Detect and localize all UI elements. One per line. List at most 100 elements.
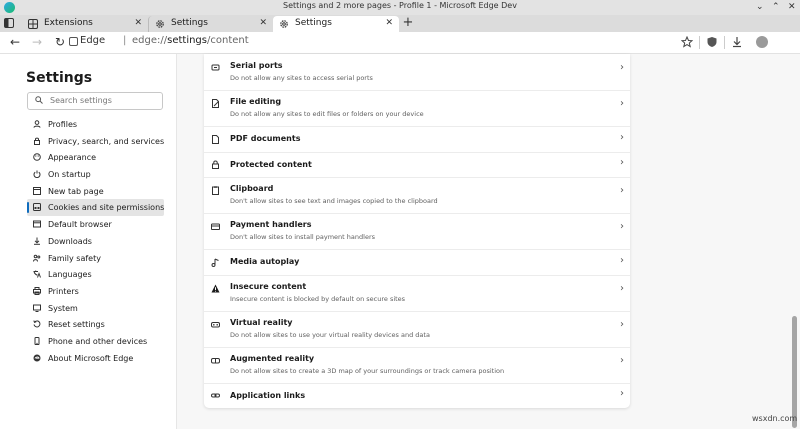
refresh-button[interactable]: ↻ bbox=[53, 35, 67, 49]
sidebar-item-on-startup[interactable]: On startup bbox=[27, 166, 164, 183]
toolbar-divider bbox=[724, 36, 725, 49]
forward-button[interactable]: → bbox=[30, 35, 44, 49]
url-separator: | bbox=[123, 35, 127, 46]
close-window-button[interactable]: ✕ bbox=[788, 2, 796, 12]
url-text[interactable]: edge://settings/content bbox=[132, 35, 249, 46]
sidebar-item-label: Printers bbox=[48, 286, 79, 296]
permission-row-payment-handlers[interactable]: Payment handlers Don't allow sites to ins… bbox=[204, 213, 630, 250]
chevron-right-icon: › bbox=[620, 318, 624, 330]
permission-row-augmented-reality[interactable]: Augmented reality Do not allow sites to c… bbox=[204, 347, 630, 384]
favorite-star-icon[interactable] bbox=[681, 36, 693, 48]
permission-row-insecure-content[interactable]: Insecure content Insecure content is bloc… bbox=[204, 275, 630, 312]
permission-title: Application links bbox=[230, 390, 306, 400]
new-tab-button[interactable]: + bbox=[401, 15, 415, 32]
ar-icon bbox=[211, 357, 220, 363]
permission-row-protected-content[interactable]: Protected content › bbox=[204, 152, 630, 178]
sidebar-item-profiles[interactable]: Profiles bbox=[27, 116, 164, 133]
search-input[interactable]: Search settings bbox=[27, 92, 163, 110]
permission-row-pdf-documents[interactable]: PDF documents › bbox=[204, 126, 630, 153]
warning-icon bbox=[211, 284, 220, 292]
permission-row-file-editing[interactable]: File editing Do not allow any sites to ed… bbox=[204, 90, 630, 127]
sidebar-item-family-safety[interactable]: Family safety bbox=[27, 250, 164, 267]
lock-icon bbox=[212, 160, 219, 169]
tab-label: Extensions bbox=[44, 18, 93, 28]
permission-title: Insecure content bbox=[230, 281, 307, 291]
sidebar-item-label: Default browser bbox=[48, 220, 112, 230]
sidebar-item-system[interactable]: System bbox=[27, 300, 164, 317]
profile-avatar[interactable] bbox=[756, 36, 768, 48]
sidebar-item-default-browser[interactable]: Default browser bbox=[27, 216, 164, 233]
permission-description: Do not allow any sites to access serial … bbox=[230, 74, 373, 82]
family-icon bbox=[33, 254, 41, 262]
permission-title: Media autoplay bbox=[230, 257, 300, 266]
close-tab-icon[interactable]: ✕ bbox=[134, 18, 142, 28]
gear-icon bbox=[280, 20, 288, 28]
sidebar-item-label: System bbox=[48, 303, 78, 313]
permission-row-clipboard[interactable]: Clipboard Don't allow sites to see text a… bbox=[204, 177, 630, 214]
sidebar-item-new-tab-page[interactable]: New tab page bbox=[27, 183, 164, 200]
url-prefix: edge:// bbox=[132, 35, 168, 46]
downloads-icon[interactable] bbox=[731, 36, 743, 48]
sidebar-item-appearance[interactable]: Appearance bbox=[27, 149, 164, 166]
browser-icon bbox=[33, 220, 41, 228]
minimize-button[interactable]: ⌄ bbox=[756, 2, 764, 12]
address-bar[interactable]: Edge | edge://settings/content bbox=[69, 34, 700, 50]
permission-description: Do not allow any sites to edit files or … bbox=[230, 110, 424, 118]
sidebar-item-label: About Microsoft Edge bbox=[48, 353, 134, 363]
sidebar-item-label: Languages bbox=[48, 270, 92, 280]
printer-icon bbox=[33, 286, 41, 295]
gear-icon bbox=[156, 20, 164, 28]
url-suffix: /content bbox=[207, 35, 249, 46]
sidebar-item-cookies-and-site-permissions[interactable]: Cookies and site permissions bbox=[27, 199, 164, 217]
tab-settings-1[interactable]: Settings ✕ bbox=[148, 16, 273, 32]
shield-icon[interactable] bbox=[706, 36, 718, 48]
settings-sidebar: Settings Search settings Profiles Privacy… bbox=[0, 54, 177, 429]
permission-title: Payment handlers bbox=[230, 220, 312, 229]
sidebar-item-label: Privacy, search, and services bbox=[48, 136, 165, 146]
scrollbar[interactable] bbox=[792, 316, 797, 428]
sidebar-item-reset-settings[interactable]: Reset settings bbox=[27, 316, 164, 333]
chevron-right-icon: › bbox=[620, 131, 624, 143]
search-icon bbox=[35, 96, 43, 104]
sidebar-item-phone-and-other-devices[interactable]: Phone and other devices bbox=[27, 333, 164, 350]
permission-row-media-autoplay[interactable]: Media autoplay › bbox=[204, 249, 630, 276]
sidebar-item-label: Downloads bbox=[48, 236, 92, 246]
sidebar-item-label: Phone and other devices bbox=[48, 336, 148, 346]
permission-title: Clipboard bbox=[230, 184, 274, 193]
serial-port-icon bbox=[211, 64, 220, 71]
tab-extensions[interactable]: Extensions ✕ bbox=[22, 16, 148, 32]
chevron-right-icon: › bbox=[620, 62, 624, 73]
lock-icon bbox=[34, 137, 40, 145]
sidebar-item-languages[interactable]: Languages bbox=[27, 266, 164, 283]
tab-strip: Extensions ✕ Settings ✕ Settings ✕ bbox=[0, 15, 800, 32]
close-tab-icon[interactable]: ✕ bbox=[385, 18, 393, 28]
tab-label: Settings bbox=[171, 18, 208, 28]
sidebar-item-privacy-search-and-services[interactable]: Privacy, search, and services bbox=[27, 133, 164, 150]
permission-title: Serial ports bbox=[230, 61, 283, 70]
extensions-icon bbox=[28, 19, 38, 29]
site-info-icon[interactable] bbox=[69, 37, 78, 46]
back-button[interactable]: ← bbox=[8, 35, 22, 49]
tab-settings-2[interactable]: Settings ✕ bbox=[273, 16, 399, 32]
permissions-list: Serial ports Do not allow any sites to ac… bbox=[204, 54, 630, 408]
tab-actions-icon[interactable] bbox=[4, 18, 14, 28]
permission-row-virtual-reality[interactable]: Virtual reality Do not allow sites to use… bbox=[204, 311, 630, 348]
close-tab-icon[interactable]: ✕ bbox=[259, 18, 267, 28]
permission-row-serial-ports[interactable]: Serial ports Do not allow any sites to ac… bbox=[204, 54, 630, 91]
link-icon bbox=[211, 393, 220, 398]
settings-page: Settings Search settings Profiles Privacy… bbox=[0, 54, 800, 429]
maximize-button[interactable]: ⌃ bbox=[772, 2, 780, 12]
navigation-toolbar: ← → ↻ Edge | edge://settings/content bbox=[0, 32, 800, 54]
sidebar-item-label: New tab page bbox=[48, 186, 104, 196]
pdf-icon bbox=[212, 134, 219, 144]
sidebar-item-printers[interactable]: Printers bbox=[27, 283, 164, 300]
chevron-right-icon: › bbox=[620, 282, 624, 294]
sidebar-item-about-microsoft-edge[interactable]: About Microsoft Edge bbox=[27, 350, 164, 367]
languages-icon bbox=[33, 270, 41, 278]
permission-row-application-links[interactable]: Application links › bbox=[204, 383, 630, 409]
search-placeholder: Search settings bbox=[50, 96, 112, 105]
media-icon bbox=[211, 258, 219, 267]
permission-title: File editing bbox=[230, 97, 282, 106]
sidebar-item-downloads[interactable]: Downloads bbox=[27, 233, 164, 250]
download-icon bbox=[34, 237, 40, 245]
